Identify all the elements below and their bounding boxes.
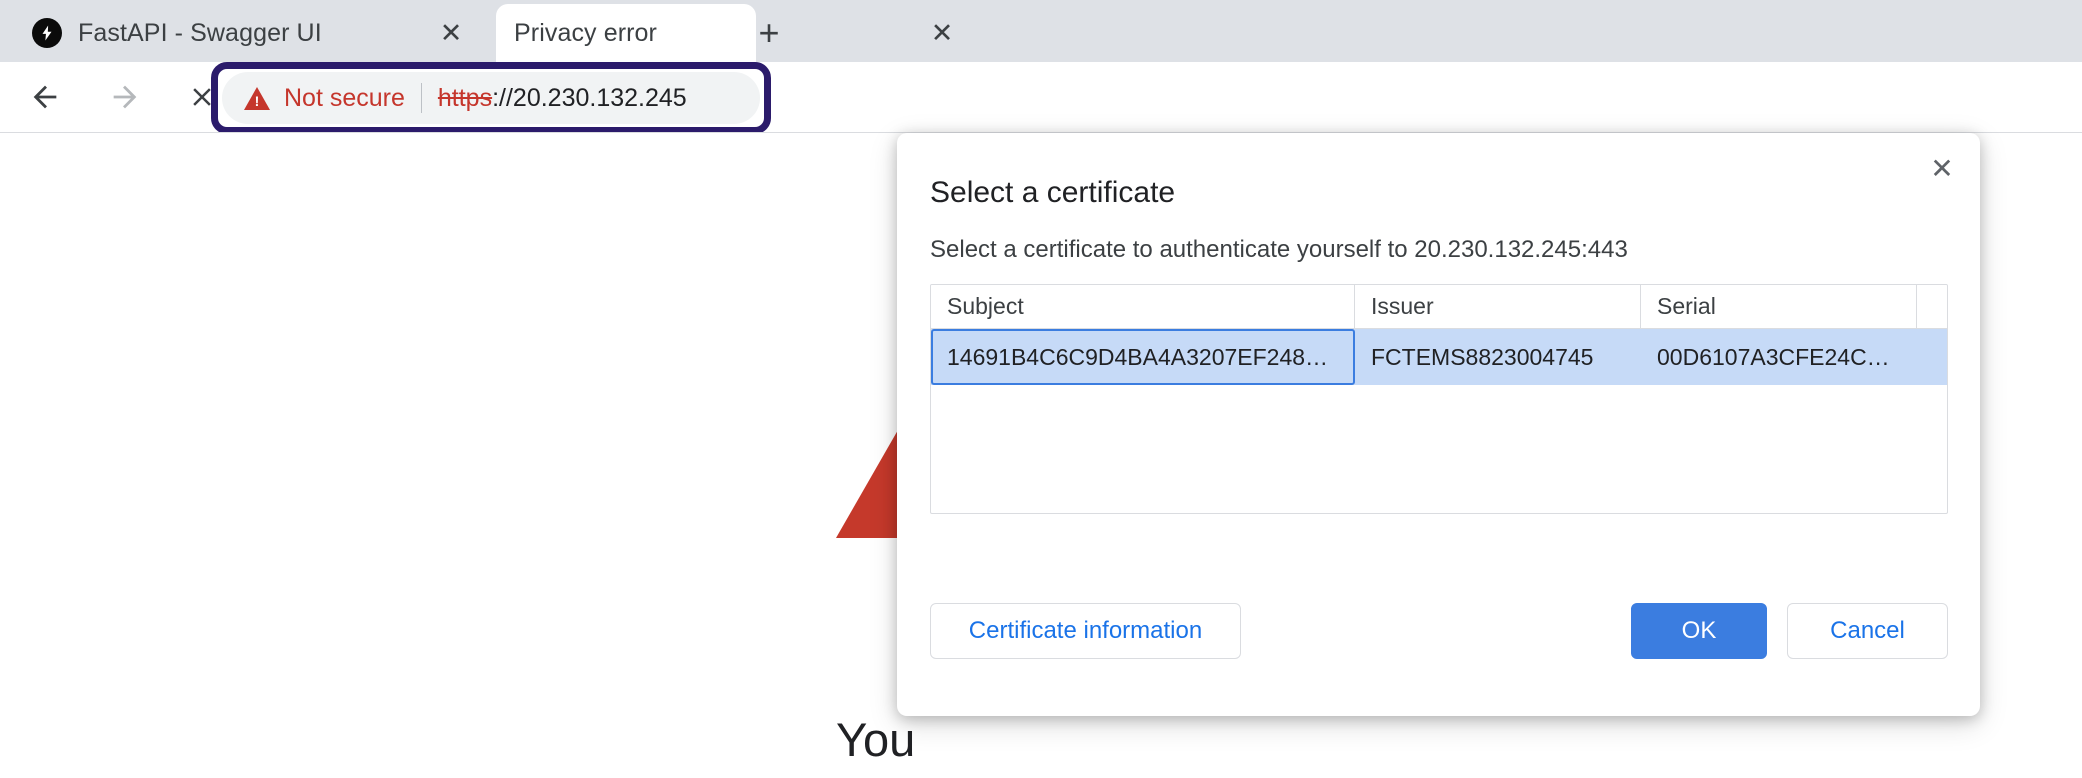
cancel-button[interactable]: Cancel [1787, 603, 1948, 659]
security-status-label: Not secure [284, 83, 405, 112]
certificate-table-header: Subject Issuer Serial [931, 285, 1947, 329]
certificate-list[interactable]: Subject Issuer Serial 14691B4C6C9D4BA4A3… [930, 284, 1948, 514]
browser-window: FastAPI - Swagger UI ✕ Privacy error ✕ + [0, 0, 2082, 778]
table-row[interactable]: 14691B4C6C9D4BA4A3207EF248… FCTEMS882300… [931, 329, 1947, 385]
url-text: https://20.230.132.245 [438, 84, 687, 113]
not-secure-warning-icon [244, 86, 270, 110]
omnibox-divider [420, 83, 422, 113]
lightning-bolt-icon [32, 18, 62, 48]
address-bar[interactable]: Not secure https://20.230.132.245 [222, 72, 760, 124]
dialog-subtitle: Select a certificate to authenticate you… [930, 236, 1628, 263]
tab-privacy-error[interactable]: Privacy error [496, 4, 756, 62]
column-header-extra[interactable] [1917, 285, 1947, 328]
cell-issuer[interactable]: FCTEMS8823004745 [1355, 329, 1641, 385]
cell-extra[interactable] [1917, 329, 1947, 385]
close-icon[interactable]: ✕ [1920, 147, 1964, 191]
browser-toolbar: Not secure https://20.230.132.245 [0, 62, 2082, 134]
cell-subject[interactable]: 14691B4C6C9D4BA4A3207EF248… [931, 329, 1355, 385]
tab-title: FastAPI - Swagger UI [78, 18, 322, 47]
tab-title: Privacy error [514, 18, 657, 47]
back-icon[interactable] [18, 70, 72, 124]
certificate-information-button[interactable]: Certificate information [930, 603, 1241, 659]
forward-icon [98, 70, 152, 124]
url-host: ://20.230.132.245 [492, 83, 687, 112]
select-certificate-dialog: ✕ Select a certificate Select a certific… [897, 133, 1980, 716]
column-header-issuer[interactable]: Issuer [1355, 285, 1641, 328]
new-tab-button[interactable]: + [746, 10, 792, 56]
cell-serial[interactable]: 00D6107A3CFE24C… [1641, 329, 1917, 385]
tab-strip: FastAPI - Swagger UI ✕ Privacy error ✕ + [0, 0, 2082, 62]
tab-close-button-0[interactable]: ✕ [434, 16, 468, 50]
url-scheme: https [437, 83, 493, 112]
stop-loading-icon[interactable] [175, 70, 229, 124]
column-header-subject[interactable]: Subject [931, 285, 1355, 328]
page-title: You [836, 713, 916, 766]
dialog-title: Select a certificate [930, 176, 1176, 209]
tab-close-button-1[interactable]: ✕ [925, 16, 959, 50]
tab-fastapi-swagger-ui[interactable]: FastAPI - Swagger UI [14, 4, 460, 62]
ok-button[interactable]: OK [1631, 603, 1767, 659]
column-header-serial[interactable]: Serial [1641, 285, 1917, 328]
